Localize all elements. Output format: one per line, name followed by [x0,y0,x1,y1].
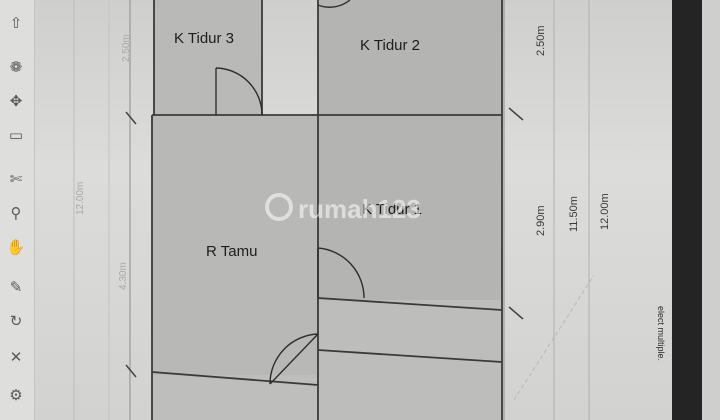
svg-text:rumah123: rumah123 [298,194,421,224]
rotate-icon[interactable]: ↻ [4,310,28,332]
gear-icon[interactable]: ⚙ [4,384,28,406]
walk-icon[interactable]: ✥ [4,90,28,112]
status-hint: elect multiple. [642,300,672,420]
faint-dim-label: 2.50m [121,34,132,62]
cad-window: ⇧ ❁ ✥ ▭ ✄ ⚲ ✋ ✎ ↻ ✕ ⚙ 2.50m 12.00m 4.30m… [0,0,720,420]
room-label-k-tidur-3: K Tidur 3 [174,30,234,47]
dimension-label: 2.90m [535,205,547,236]
status-hint-text: elect multiple. [656,306,666,362]
side-panel-bar [672,0,702,420]
left-toolbar: ⇧ ❁ ✥ ▭ ✄ ⚲ ✋ ✎ ↻ ✕ ⚙ [0,0,35,420]
dimension-label: 11.50m [568,196,580,232]
zoom-icon[interactable]: ⚲ [4,202,28,224]
room-label-r-tamu: R Tamu [206,243,257,260]
up-arrow-icon[interactable]: ⇧ [4,12,28,34]
orbit-icon[interactable]: ❁ [4,56,28,78]
dimension-label: 2.50m [535,25,547,56]
pan-icon[interactable]: ✋ [4,236,28,258]
room-label-k-tidur-2: K Tidur 2 [360,37,420,54]
cross-icon[interactable]: ✕ [4,346,28,368]
faint-dim-label: 12.00m [75,182,86,215]
dimension-label: 12.00m [599,193,611,230]
faint-dim-label: 4.30m [118,262,129,290]
floor-plan-canvas[interactable]: 2.50m 12.00m 4.30m K Tidur 3 K Tidur 2 K… [34,0,664,420]
paint-icon[interactable]: ✎ [4,276,28,298]
floor-plan-drawing: 2.50m 12.00m 4.30m K Tidur 3 K Tidur 2 K… [73,0,611,420]
camera-icon[interactable]: ▭ [4,124,28,146]
measure-icon[interactable]: ✄ [4,168,28,190]
right-edge-strip [702,0,720,420]
